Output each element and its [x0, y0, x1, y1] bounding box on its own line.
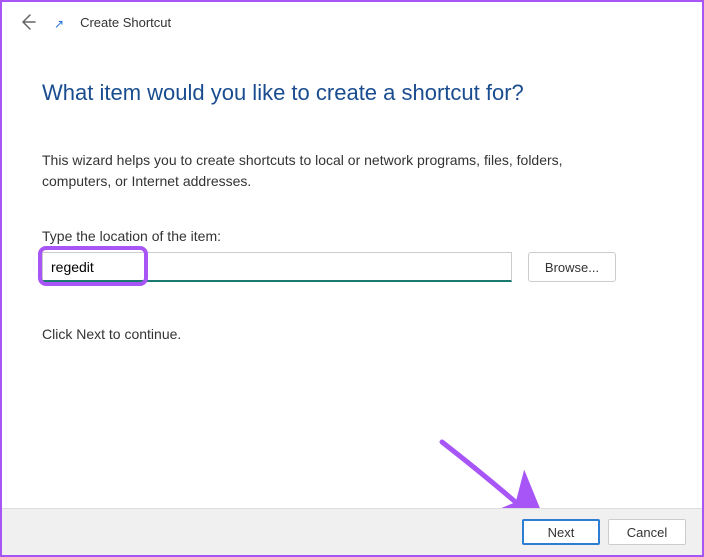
shortcut-icon: ↗: [54, 17, 64, 31]
location-input[interactable]: [42, 252, 512, 282]
next-button[interactable]: Next: [522, 519, 600, 545]
content-area: What item would you like to create a sho…: [2, 40, 702, 342]
location-label: Type the location of the item:: [42, 228, 662, 244]
continue-text: Click Next to continue.: [42, 326, 662, 342]
window-title: Create Shortcut: [80, 15, 171, 30]
back-arrow-icon[interactable]: [18, 12, 38, 32]
browse-button[interactable]: Browse...: [528, 252, 616, 282]
input-wrapper: [42, 252, 512, 282]
cancel-button[interactable]: Cancel: [608, 519, 686, 545]
header: ↗ Create Shortcut: [2, 2, 702, 40]
footer: Next Cancel: [2, 508, 702, 555]
input-row: Browse...: [42, 252, 662, 282]
main-heading: What item would you like to create a sho…: [42, 80, 662, 106]
wizard-description: This wizard helps you to create shortcut…: [42, 150, 602, 192]
